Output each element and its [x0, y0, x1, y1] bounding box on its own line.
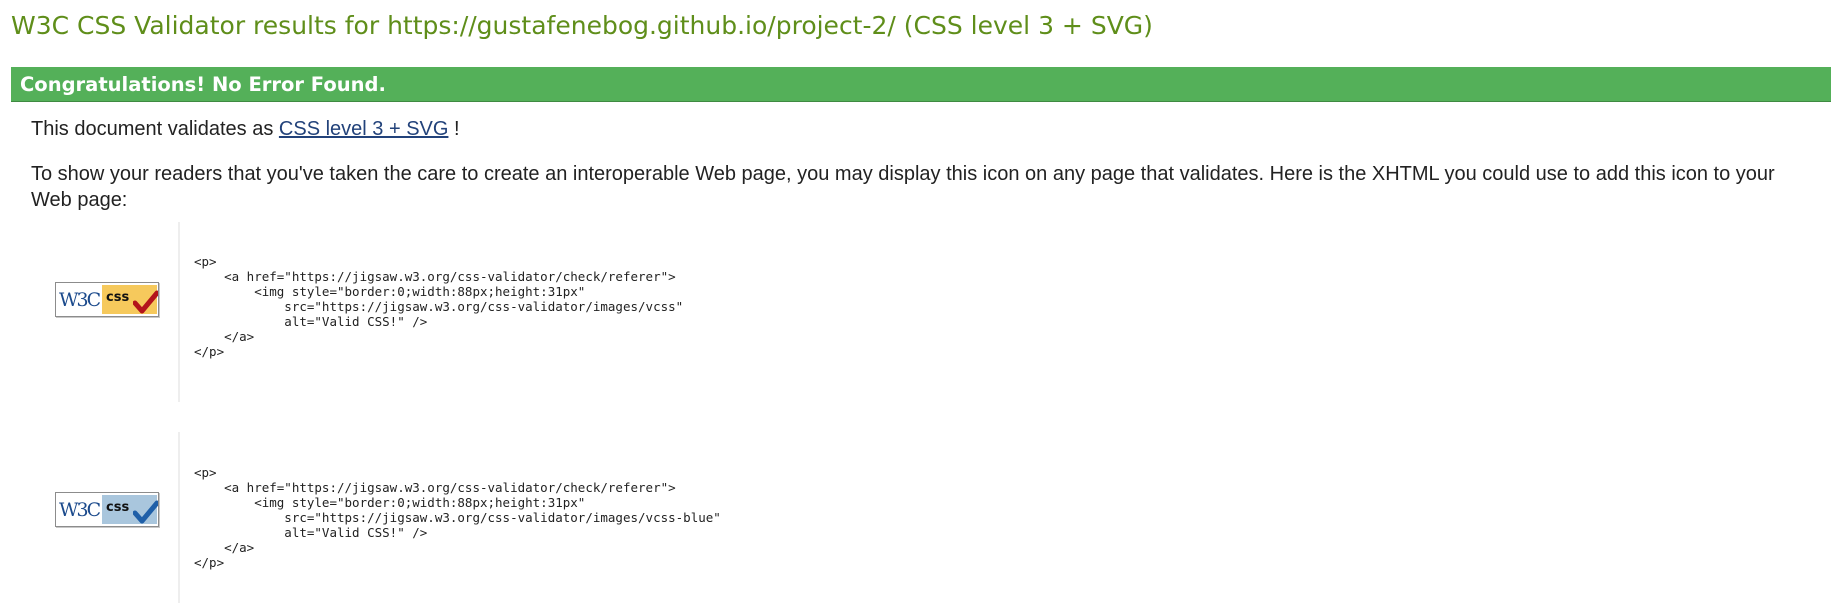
badge-w3c-text: W3C — [59, 499, 101, 521]
badge-css-text: css — [106, 500, 130, 515]
valid-css-blue-badge-icon[interactable]: W3C css — [55, 492, 159, 527]
badge-w3c-text: W3C — [59, 289, 101, 311]
icon-block-gold: W3C css <p> <a href="https://jigsaw.w3.o… — [55, 222, 1755, 402]
checkmark-icon — [133, 290, 158, 314]
page-title: W3C CSS Validator results for https://gu… — [11, 11, 1153, 40]
validation-statement: This document validates as CSS level 3 +… — [31, 116, 460, 142]
valid-css-gold-badge-icon[interactable]: W3C css — [55, 282, 159, 317]
code-divider — [178, 222, 180, 402]
intro-paragraph: To show your readers that you've taken t… — [31, 163, 1775, 211]
css-profile-link[interactable]: CSS level 3 + SVG — [279, 118, 449, 140]
badge-code-snippet: <p> <a href="https://jigsaw.w3.org/css-v… — [194, 465, 721, 570]
code-divider — [178, 432, 180, 603]
validation-prefix: This document validates as — [31, 118, 274, 140]
icon-block-blue: W3C css <p> <a href="https://jigsaw.w3.o… — [55, 432, 1755, 603]
success-message: Congratulations! No Error Found. — [20, 73, 386, 96]
badge-code-snippet: <p> <a href="https://jigsaw.w3.org/css-v… — [194, 254, 684, 359]
success-banner: Congratulations! No Error Found. — [11, 67, 1831, 102]
validation-suffix: ! — [454, 118, 460, 140]
badge-css-text: css — [106, 290, 130, 305]
checkmark-icon — [133, 500, 158, 524]
